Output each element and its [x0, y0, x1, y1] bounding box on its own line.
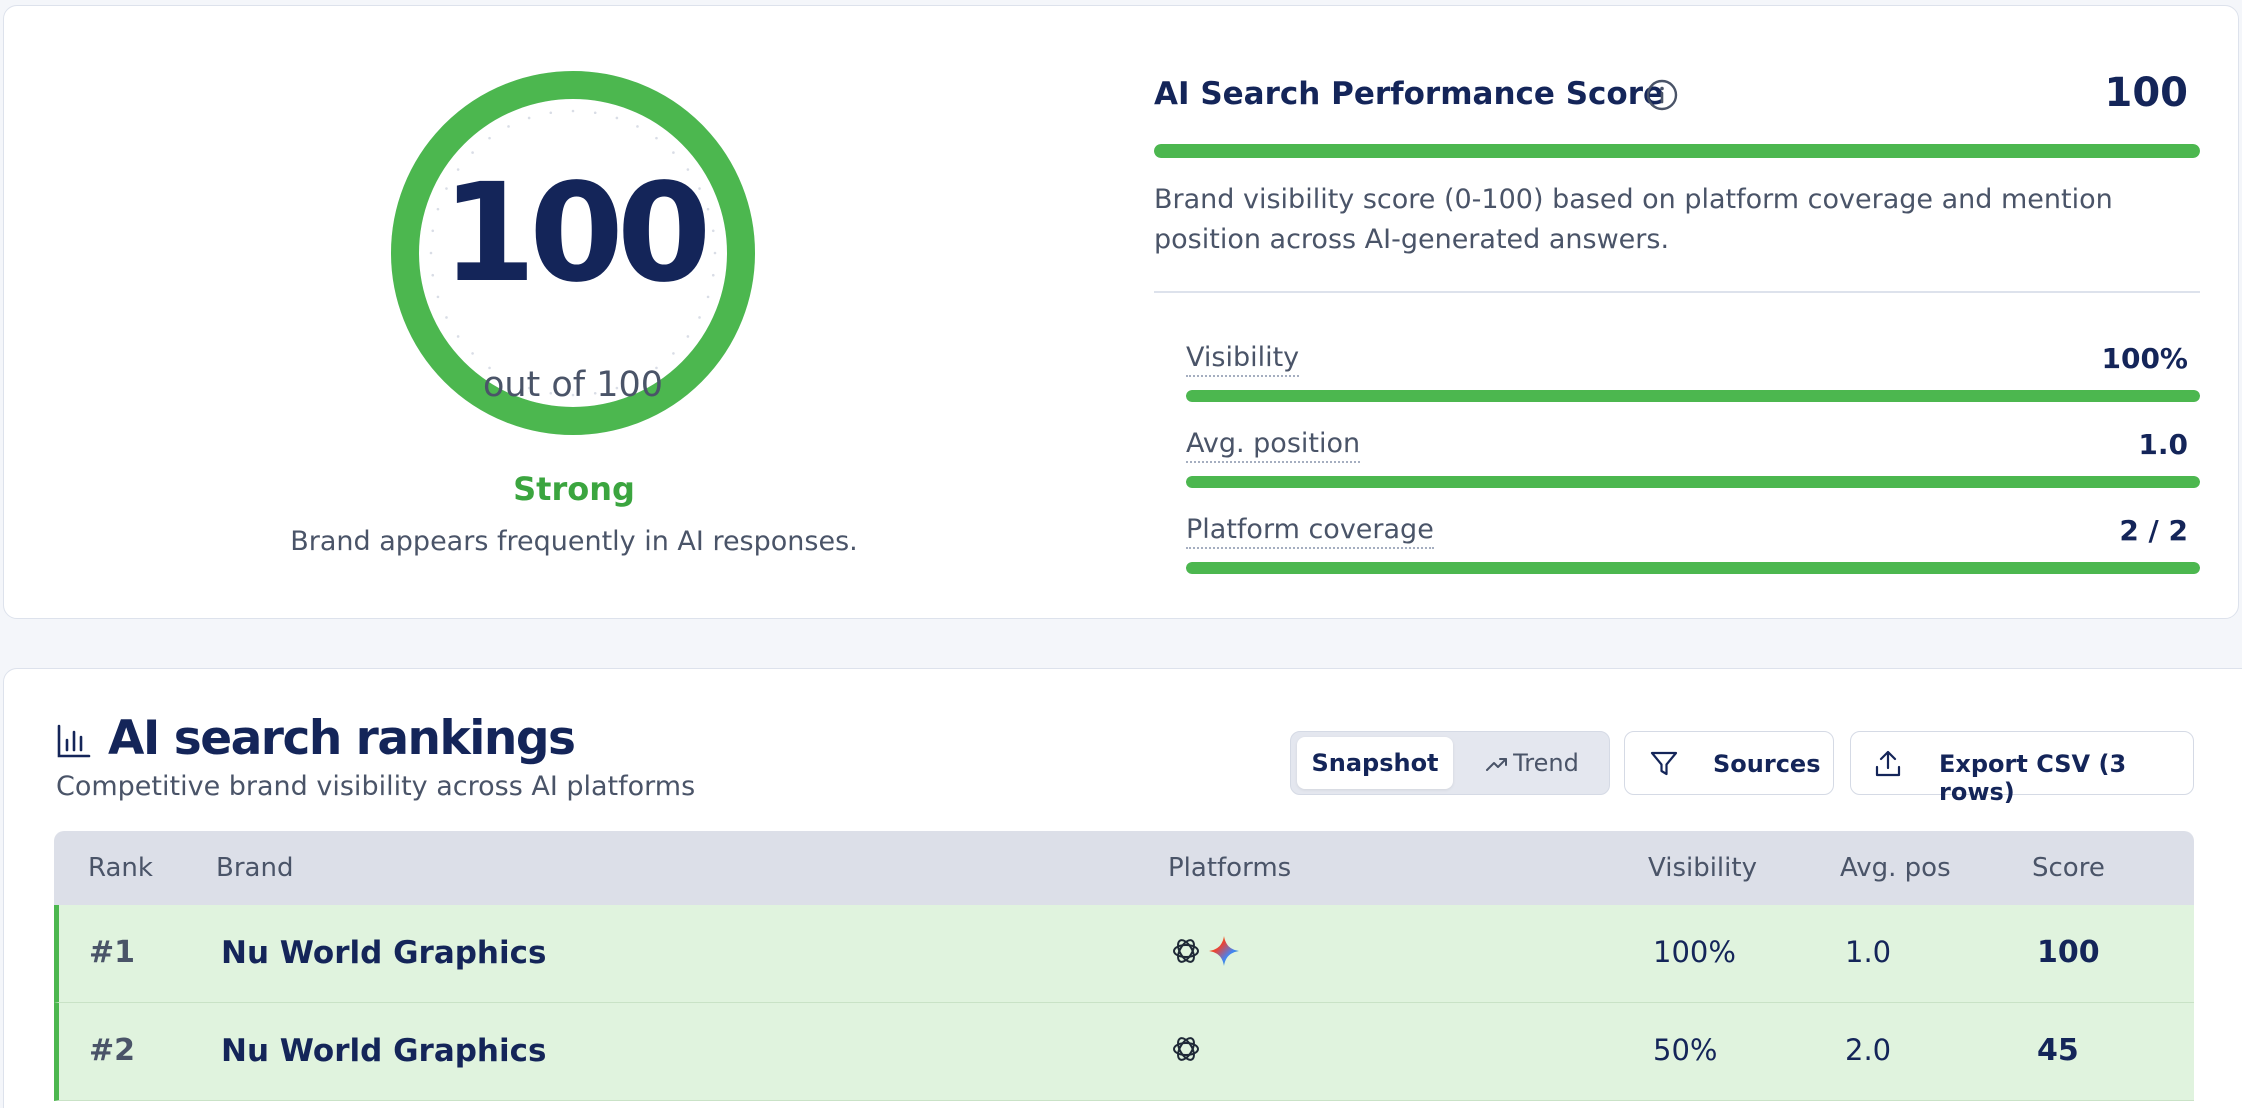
filter-icon [1650, 751, 1678, 776]
trend-up-icon [1486, 758, 1508, 771]
gauge-tick [471, 352, 474, 355]
gauge-tick [672, 151, 675, 154]
view-toggle: Snapshot Trend [1290, 731, 1610, 795]
row-platforms [1169, 934, 1241, 968]
trend-tab-label: Trend [1513, 749, 1579, 777]
metric-avg-position-bar-fill [1186, 476, 2200, 488]
row-platforms [1169, 1032, 1203, 1066]
upload-icon [1875, 750, 1901, 777]
metric-avg-position-bar [1186, 476, 2200, 488]
metric-avg-position-label[interactable]: Avg. position [1186, 428, 1361, 463]
chatgpt-icon [1173, 1037, 1199, 1061]
export-csv-button[interactable]: Export CSV (3 rows) [1850, 731, 2194, 806]
performance-score-value: 100 [2104, 70, 2189, 116]
gauge-tick [615, 116, 619, 120]
metric-platform-coverage-bar [1186, 562, 2200, 574]
score-rating-label: Strong [513, 470, 635, 508]
row-rank: #1 [89, 935, 136, 970]
rankings-subtitle: Competitive brand visibility across AI p… [56, 771, 696, 802]
snapshot-tab[interactable]: Snapshot [1297, 737, 1453, 789]
rankings-title: AI search rankings [108, 711, 576, 766]
export-csv-button-label: Export CSV (3 rows) [1939, 750, 2127, 806]
table-row[interactable]: #2 Nu World Graphics 50% 2.0 45 [54, 1003, 2194, 1101]
column-header-visibility[interactable]: Visibility [1648, 853, 1757, 883]
info-icon[interactable] [1645, 78, 1679, 112]
metric-platform-coverage-value: 2 / 2 [2119, 514, 2188, 547]
metric-avg-position-value: 1.0 [2138, 428, 2188, 461]
row-visibility: 100% [1653, 935, 1736, 969]
table-row[interactable]: #1 Nu World Graphics 100% 1.0 100 [54, 905, 2194, 1003]
gauge-tick [549, 111, 553, 115]
performance-score-bar-fill [1154, 144, 2200, 158]
performance-score-bar [1154, 144, 2200, 158]
rankings-table: Rank Brand Platforms Visibility Avg. pos… [54, 831, 2194, 1101]
column-header-brand[interactable]: Brand [216, 853, 293, 883]
row-visibility: 50% [1653, 1033, 1718, 1067]
gauge-tick [593, 111, 597, 115]
row-brand[interactable]: Nu World Graphics [221, 935, 546, 971]
gauge-tick [698, 316, 701, 319]
gauge-tick [527, 116, 531, 120]
sources-button-label: Sources [1713, 750, 1821, 778]
row-avg-pos: 1.0 [1845, 935, 1892, 969]
score-card: 100 out of 100 Strong Brand appears freq… [3, 5, 2239, 619]
gauge-tick [636, 125, 639, 128]
gauge-tick [445, 316, 448, 319]
gauge-tick [571, 109, 575, 113]
gauge-tick [471, 151, 474, 154]
score-rating-description: Brand appears frequently in AI responses… [290, 526, 858, 557]
gauge-tick [655, 136, 658, 140]
column-header-platforms[interactable]: Platforms [1168, 853, 1291, 883]
column-header-score[interactable]: Score [2032, 853, 2105, 883]
metric-visibility-bar-fill [1186, 390, 2200, 402]
sources-button[interactable]: Sources [1624, 731, 1834, 795]
gauge-tick [672, 352, 675, 355]
metric-platform-coverage-bar-fill [1186, 562, 2200, 574]
column-header-avg-pos[interactable]: Avg. pos [1840, 853, 1951, 883]
rankings-card: AI search rankings Competitive brand vis… [3, 668, 2242, 1108]
row-score: 100 [2037, 935, 2100, 970]
performance-score-title: AI Search Performance Score [1154, 76, 1665, 112]
trend-tab[interactable]: Trend [1459, 737, 1605, 789]
gauge-score-max: out of 100 [482, 365, 664, 405]
divider [1154, 291, 2200, 293]
gauge-tick [488, 136, 491, 140]
row-score: 45 [2037, 1033, 2079, 1068]
gauge-tick [456, 335, 460, 338]
gauge-score-value: 100 [441, 155, 712, 313]
row-rank: #2 [89, 1033, 136, 1068]
table-header: Rank Brand Platforms Visibility Avg. pos… [54, 831, 2194, 905]
gemini-icon [1209, 936, 1239, 966]
gauge-tick [686, 335, 690, 338]
performance-score-explanation: Brand visibility score (0-100) based on … [1154, 184, 2113, 255]
row-avg-pos: 2.0 [1845, 1033, 1892, 1067]
metric-visibility-label[interactable]: Visibility [1186, 342, 1300, 377]
metric-platform-coverage-label[interactable]: Platform coverage [1186, 514, 1434, 549]
bar-chart-icon [57, 724, 91, 758]
row-brand[interactable]: Nu World Graphics [221, 1033, 546, 1069]
metric-visibility-value: 100% [2101, 342, 2188, 375]
gauge-tick [507, 125, 510, 128]
chatgpt-icon [1173, 939, 1199, 963]
metric-visibility-bar [1186, 390, 2200, 402]
column-header-rank[interactable]: Rank [88, 853, 153, 883]
score-gauge: 100 out of 100 [388, 68, 758, 438]
